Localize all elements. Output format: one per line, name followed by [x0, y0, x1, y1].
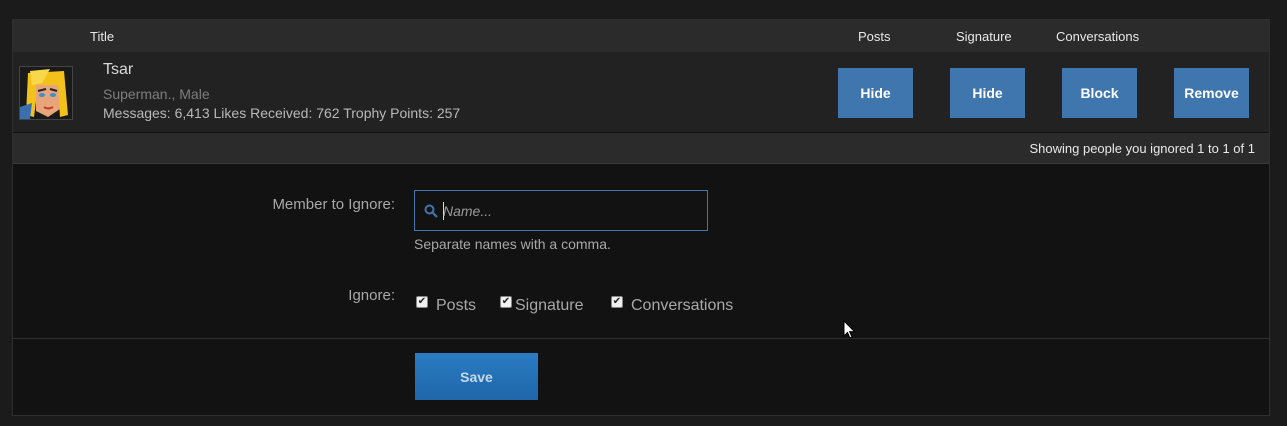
checkmark-icon: ✔: [612, 296, 622, 307]
header-signature: Signature: [956, 29, 1012, 44]
mouse-pointer-icon: [843, 319, 857, 345]
avatar[interactable]: [19, 66, 73, 120]
header-title: Title: [90, 29, 115, 44]
header-posts: Posts: [858, 29, 891, 44]
posts-checkbox[interactable]: ✔: [416, 296, 428, 308]
member-label: Member to Ignore:: [272, 196, 395, 213]
showing-count: Showing people you ignored 1 to 1 of 1: [1029, 141, 1255, 156]
conversations-option-label[interactable]: Conversations: [631, 297, 733, 315]
save-button[interactable]: Save: [415, 353, 538, 400]
ignored-users-panel: Title Posts Signature Conversations Tsar…: [12, 19, 1270, 416]
checkmark-icon: ✔: [501, 296, 511, 307]
table-header: Title Posts Signature Conversations: [13, 20, 1269, 52]
conversations-checkbox[interactable]: ✔: [611, 296, 623, 308]
member-input-box[interactable]: [414, 190, 708, 231]
signature-checkbox[interactable]: ✔: [500, 296, 512, 308]
member-hint: Separate names with a comma.: [414, 236, 611, 252]
member-name-input[interactable]: [443, 201, 693, 221]
user-title: Superman., Male: [103, 86, 210, 102]
remove-button[interactable]: Remove: [1174, 68, 1249, 118]
search-icon: [424, 204, 438, 223]
pagination-footer: Showing people you ignored 1 to 1 of 1: [13, 133, 1269, 164]
username-link[interactable]: Tsar: [103, 61, 133, 79]
ignore-label: Ignore:: [348, 287, 395, 304]
avatar-image: [20, 67, 72, 119]
posts-option-label[interactable]: Posts: [436, 297, 476, 315]
table-row: Tsar Superman., Male Messages: 6,413 Lik…: [13, 52, 1269, 132]
header-conversations: Conversations: [1056, 29, 1140, 44]
hide-signature-button[interactable]: Hide: [950, 68, 1025, 118]
checkmark-icon: ✔: [417, 296, 427, 307]
form-divider: [13, 338, 1269, 339]
hide-posts-button[interactable]: Hide: [838, 68, 913, 118]
block-conversations-button[interactable]: Block: [1062, 68, 1137, 118]
user-stats: Messages: 6,413 Likes Received: 762 Trop…: [103, 105, 461, 121]
signature-option-label[interactable]: Signature: [515, 297, 584, 315]
